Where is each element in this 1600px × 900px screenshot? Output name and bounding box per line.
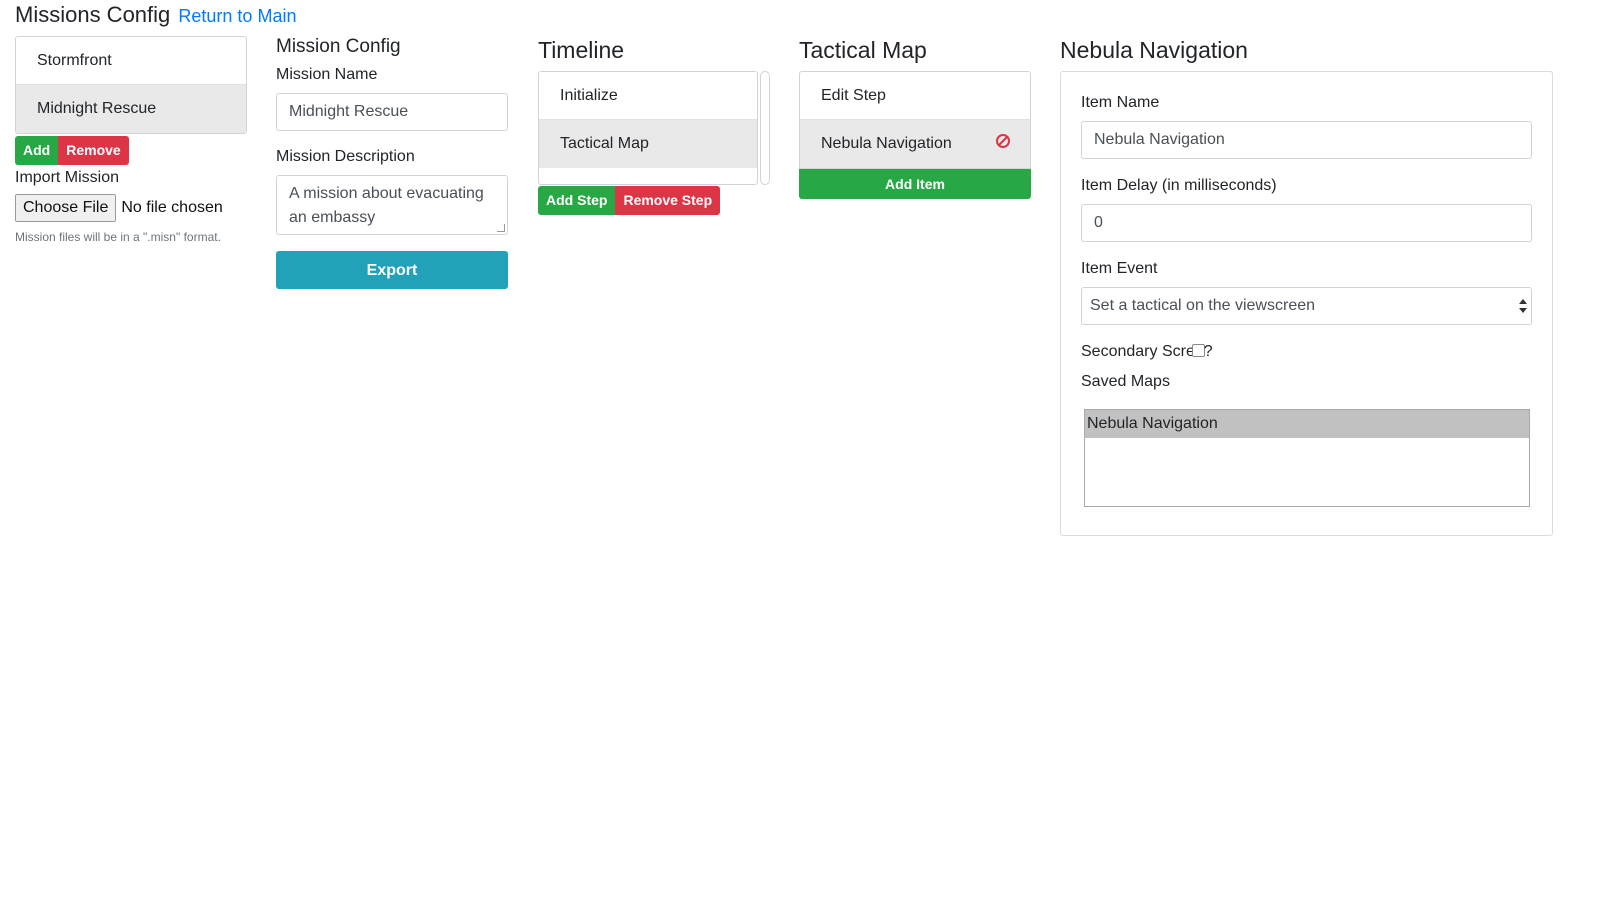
mission-description-text: A mission about evacuating an embassy bbox=[289, 185, 484, 226]
item-delay-label: Item Delay (in milliseconds) bbox=[1081, 177, 1277, 194]
tactical-map-heading: Tactical Map bbox=[799, 37, 927, 63]
timeline-item-initialize[interactable]: Initialize bbox=[539, 72, 757, 120]
tactical-item-label: Nebula Navigation bbox=[821, 135, 952, 152]
mission-config-panel: Mission Config Mission Name Midnight Res… bbox=[276, 36, 508, 289]
nebula-navigation-panel: Nebula Navigation Item Name Nebula Navig… bbox=[1060, 36, 1553, 536]
page-title: Missions Config bbox=[15, 2, 171, 27]
resize-grip-icon[interactable] bbox=[497, 224, 505, 232]
timeline-scroll-thumb[interactable] bbox=[763, 74, 767, 182]
saved-map-option[interactable]: Nebula Navigation bbox=[1085, 410, 1529, 438]
mission-config-heading: Mission Config bbox=[276, 36, 401, 57]
saved-maps-label: Saved Maps bbox=[1081, 373, 1170, 390]
add-step-button[interactable]: Add Step bbox=[538, 186, 616, 215]
timeline-item-tactical-map[interactable]: Tactical Map bbox=[539, 120, 757, 168]
timeline-list: Initialize Tactical Map bbox=[538, 71, 758, 185]
timeline-list-container: Initialize Tactical Map bbox=[538, 71, 770, 185]
mission-actions: Add Remove bbox=[15, 136, 247, 165]
block-icon[interactable] bbox=[996, 134, 1010, 148]
file-status: No file chosen bbox=[121, 199, 223, 216]
tactical-item-edit-step[interactable]: Edit Step bbox=[800, 72, 1030, 120]
item-name-label: Item Name bbox=[1081, 94, 1160, 111]
file-input: Choose File No file chosen bbox=[15, 194, 247, 222]
timeline-scrollbar[interactable] bbox=[760, 71, 770, 185]
import-mission-label: Import Mission bbox=[15, 169, 120, 186]
tactical-item-nebula-navigation[interactable]: Nebula Navigation bbox=[800, 120, 1030, 168]
mission-name-label: Mission Name bbox=[276, 66, 378, 83]
tactical-map-panel: Tactical Map Edit Step Nebula Navigation… bbox=[799, 36, 1031, 199]
remove-mission-button[interactable]: Remove bbox=[58, 136, 129, 165]
export-button[interactable]: Export bbox=[276, 251, 508, 289]
tactical-map-list: Edit Step Nebula Navigation bbox=[799, 71, 1031, 169]
remove-step-button[interactable]: Remove Step bbox=[615, 186, 721, 215]
add-mission-button[interactable]: Add bbox=[15, 136, 59, 165]
mission-description-textarea[interactable]: A mission about evacuating an embassy bbox=[276, 175, 508, 235]
mission-description-label: Mission Description bbox=[276, 148, 415, 165]
return-to-main-link[interactable]: Return to Main bbox=[178, 6, 296, 26]
item-name-input[interactable]: Nebula Navigation bbox=[1081, 121, 1532, 159]
add-item-button[interactable]: Add Item bbox=[799, 169, 1031, 199]
nebula-navigation-heading: Nebula Navigation bbox=[1060, 37, 1248, 63]
mission-item-midnight-rescue[interactable]: Midnight Rescue bbox=[16, 85, 246, 133]
item-event-select[interactable]: Set a tactical on the viewscreen bbox=[1081, 287, 1532, 325]
timeline-panel: Timeline Initialize Tactical Map Add Ste… bbox=[538, 36, 770, 215]
import-hint: Mission files will be in a ".misn" forma… bbox=[15, 230, 221, 244]
secondary-screen-label-end: ? bbox=[1203, 343, 1213, 360]
item-config-card: Item Name Nebula Navigation Item Delay (… bbox=[1060, 71, 1553, 536]
item-event-label: Item Event bbox=[1081, 260, 1158, 277]
select-arrows-icon bbox=[1519, 298, 1527, 314]
timeline-heading: Timeline bbox=[538, 37, 625, 63]
timeline-actions: Add Step Remove Step bbox=[538, 186, 770, 215]
secondary-screen-label: Secondary Scree bbox=[1081, 343, 1204, 360]
mission-name-input[interactable]: Midnight Rescue bbox=[276, 93, 508, 131]
page-header: Missions Config Return to Main bbox=[15, 2, 296, 28]
item-event-value: Set a tactical on the viewscreen bbox=[1090, 297, 1316, 314]
missions-panel: Stormfront Midnight Rescue Add Remove Im… bbox=[15, 36, 247, 244]
item-delay-input[interactable]: 0 bbox=[1081, 204, 1532, 242]
missions-list: Stormfront Midnight Rescue bbox=[15, 36, 247, 134]
mission-item-stormfront[interactable]: Stormfront bbox=[16, 37, 246, 85]
secondary-screen-row: Secondary Scree? bbox=[1081, 343, 1532, 361]
choose-file-button[interactable]: Choose File bbox=[15, 194, 117, 222]
saved-maps-listbox[interactable]: Nebula Navigation bbox=[1084, 409, 1530, 507]
